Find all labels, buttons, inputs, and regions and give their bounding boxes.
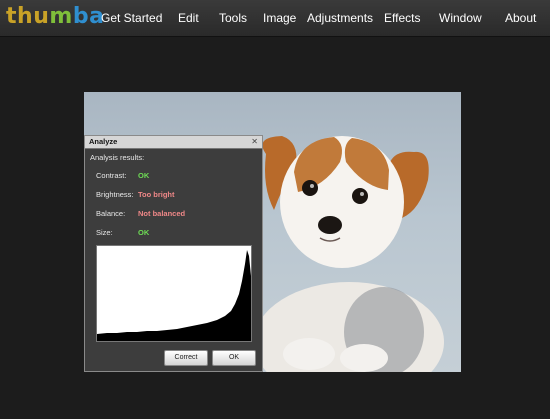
thumba-logo[interactable]: thumba: [6, 4, 104, 30]
menu-edit[interactable]: Edit: [178, 0, 199, 36]
size-label: Size:: [96, 228, 113, 237]
menu-get-started[interactable]: Get Started: [101, 0, 162, 36]
analyze-dialog: Analyze ✕ Analysis results: Contrast: OK…: [84, 135, 263, 372]
histogram: [96, 245, 252, 342]
menu-about[interactable]: About: [505, 0, 536, 36]
contrast-label: Contrast:: [96, 171, 127, 180]
brightness-value: Too bright: [138, 190, 175, 199]
menu-tools[interactable]: Tools: [219, 0, 247, 36]
logo-letter: u: [33, 4, 50, 29]
menu-bar: thumba Get Started Edit Tools Image Adju…: [0, 0, 550, 37]
logo-letter: h: [17, 4, 34, 29]
dialog-title-bar[interactable]: Analyze ✕: [85, 136, 262, 149]
ok-button[interactable]: OK: [212, 350, 256, 366]
analysis-results-label: Analysis results:: [90, 153, 145, 162]
logo-letter: m: [49, 4, 73, 29]
balance-label: Balance:: [96, 209, 126, 218]
contrast-value: OK: [138, 171, 150, 180]
logo-letter: t: [6, 4, 18, 29]
menu-adjustments[interactable]: Adjustments: [307, 0, 373, 36]
correct-button[interactable]: Correct: [164, 350, 208, 366]
logo-letter: b: [72, 4, 90, 29]
close-icon[interactable]: ✕: [251, 136, 258, 148]
menu-effects[interactable]: Effects: [384, 0, 420, 36]
dialog-title: Analyze: [89, 137, 118, 146]
brightness-label: Brightness:: [96, 190, 134, 199]
menu-image[interactable]: Image: [263, 0, 296, 36]
size-value: OK: [138, 228, 150, 237]
histogram-graph: [97, 250, 251, 341]
balance-value: Not balanced: [138, 209, 186, 218]
menu-window[interactable]: Window: [439, 0, 482, 36]
